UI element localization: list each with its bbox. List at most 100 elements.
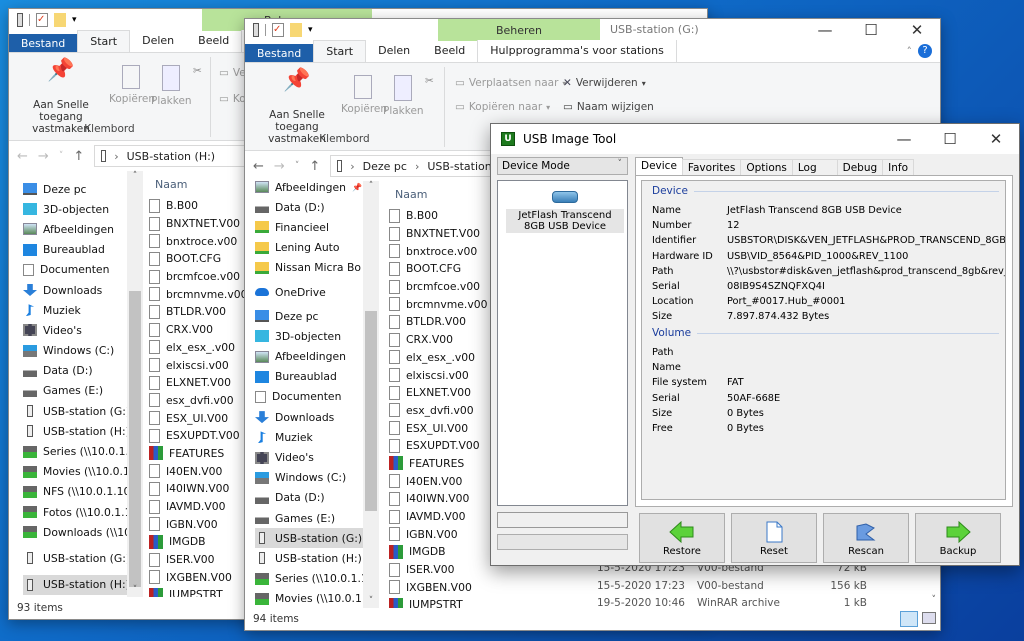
nav-item[interactable]: Financieel: [255, 217, 363, 237]
rename-button[interactable]: ▭ Naam wijzigen: [563, 101, 654, 113]
nav-item[interactable]: NFS (\\10.0.1.108: [23, 482, 127, 502]
nav-item[interactable]: OneDrive: [255, 282, 363, 302]
nav-item[interactable]: Muziek: [255, 427, 363, 447]
new-folder-icon[interactable]: [290, 23, 302, 37]
recent-dropdown[interactable]: ˅: [59, 151, 64, 161]
rescan-button[interactable]: Rescan: [823, 513, 909, 563]
tab-file[interactable]: Bestand: [245, 44, 314, 62]
restore-button[interactable]: Restore: [639, 513, 725, 563]
cut-icon[interactable]: ✂: [425, 75, 434, 87]
tab-share[interactable]: Delen: [130, 30, 186, 52]
nav-item[interactable]: USB-station (H:): [255, 548, 363, 568]
up-button[interactable]: ↑: [309, 159, 320, 174]
tab-share[interactable]: Delen: [366, 40, 422, 62]
tab-start[interactable]: Start: [77, 30, 131, 52]
nav-scrollbar[interactable]: ˄ ˅: [127, 171, 143, 597]
tab-drive-tools[interactable]: Hulpprogramma's voor stations: [477, 40, 677, 62]
nav-item[interactable]: USB-station (H:): [23, 421, 127, 441]
minimize-button[interactable]: —: [802, 21, 848, 39]
scroll-down-arrow[interactable]: ˅: [127, 585, 143, 595]
copy-button[interactable]: Kopiëren: [341, 75, 387, 115]
collapse-ribbon-icon[interactable]: ˄: [907, 45, 913, 58]
up-button[interactable]: ↑: [73, 149, 84, 164]
nav-item[interactable]: Movies (\\10.0.1: [255, 589, 363, 608]
nav-item[interactable]: Documenten: [255, 387, 363, 407]
tab-file[interactable]: Bestand: [9, 34, 78, 52]
mode-select[interactable]: Device Mode ˅: [497, 157, 628, 175]
nav-scroll-thumb[interactable]: [129, 291, 141, 587]
nav-item[interactable]: Data (D:): [255, 197, 363, 217]
tab-debug[interactable]: Debug: [836, 159, 884, 176]
nav-item[interactable]: Afbeeldingen: [255, 347, 363, 367]
nav-item[interactable]: Series (\\10.0.1.1: [23, 441, 127, 461]
nav-item[interactable]: Windows (C:): [23, 341, 127, 361]
nav-item[interactable]: USB-station (G:): [23, 548, 127, 568]
cut-icon[interactable]: ✂: [193, 65, 202, 77]
nav-item[interactable]: Lening Auto: [255, 238, 363, 258]
device-item[interactable]: JetFlash Transcend 8GB USB Device: [506, 191, 624, 233]
reset-button[interactable]: Reset: [731, 513, 817, 563]
copy-to-button[interactable]: ▭ Kopiëren naar ▾: [455, 101, 550, 113]
tab-device[interactable]: Device: [635, 157, 683, 176]
nav-item[interactable]: Deze pc: [255, 306, 363, 326]
nav-item[interactable]: Movies (\\10.0.1: [23, 462, 127, 482]
back-button[interactable]: ←: [17, 149, 28, 164]
copy-button[interactable]: Kopiëren: [109, 65, 155, 105]
delete-button[interactable]: ✕ Verwijderen ▾: [563, 77, 646, 89]
nav-item[interactable]: Downloads (\\10: [23, 522, 127, 542]
nav-item[interactable]: Video's: [23, 320, 127, 340]
tab-view[interactable]: Beeld: [186, 30, 241, 52]
forward-button[interactable]: →: [274, 159, 285, 174]
backup-button[interactable]: Backup: [915, 513, 1001, 563]
nav-scroll-thumb[interactable]: [365, 311, 377, 511]
recent-dropdown[interactable]: ˅: [295, 161, 300, 171]
forward-button[interactable]: →: [38, 149, 49, 164]
nav-item[interactable]: Downloads: [23, 280, 127, 300]
nav-item[interactable]: Documenten: [23, 260, 127, 280]
nav-item[interactable]: Games (E:): [23, 381, 127, 401]
nav-item[interactable]: USB-station (H:): [23, 574, 127, 595]
details-view-button[interactable]: [900, 611, 918, 627]
nav-item[interactable]: 3D-objecten: [255, 326, 363, 346]
move-to-button[interactable]: ▭ Verplaatsen naar ▾: [455, 77, 566, 89]
breadcrumb-root[interactable]: Deze pc: [363, 160, 407, 173]
maximize-button[interactable]: ☐: [848, 21, 894, 39]
customize-qat-icon[interactable]: ▾: [308, 25, 313, 35]
nav-scrollbar[interactable]: ˄ ˅: [363, 181, 379, 608]
nav-item[interactable]: Video's: [255, 447, 363, 467]
nav-item[interactable]: USB-station (G:): [23, 401, 127, 421]
maximize-button[interactable]: ☐: [927, 130, 973, 148]
nav-item[interactable]: Windows (C:): [255, 468, 363, 488]
paste-button[interactable]: Plakken: [151, 65, 192, 107]
tab-favorites[interactable]: Favorites: [681, 159, 742, 176]
properties-icon[interactable]: ✓: [36, 13, 48, 27]
nav-item[interactable]: Deze pc: [23, 179, 127, 199]
nav-item[interactable]: Afbeeldingen 📌: [255, 177, 363, 197]
nav-item[interactable]: Bureaublad: [255, 367, 363, 387]
close-button[interactable]: ✕: [973, 130, 1019, 148]
minimize-button[interactable]: —: [881, 130, 927, 148]
nav-item[interactable]: USB-station (G:): [255, 528, 363, 549]
scroll-up-arrow[interactable]: ˄: [127, 171, 143, 181]
back-button[interactable]: ←: [253, 159, 264, 174]
file-details-row[interactable]: 15-5-2020 17:23 V00-bestand 156 kB: [597, 577, 887, 595]
nav-item[interactable]: Fotos (\\10.0.1.1: [23, 502, 127, 522]
nav-item[interactable]: Games (E:): [255, 508, 363, 528]
close-button[interactable]: ✕: [894, 21, 940, 39]
tab-view[interactable]: Beeld: [422, 40, 477, 62]
nav-item[interactable]: Data (D:): [23, 361, 127, 381]
nav-item[interactable]: Afbeeldingen: [23, 219, 127, 239]
properties-icon[interactable]: ✓: [272, 23, 284, 37]
paste-button[interactable]: Plakken: [383, 75, 424, 117]
large-icons-view-button[interactable]: [922, 612, 936, 624]
scroll-down-arrow[interactable]: ˅: [363, 596, 379, 606]
tab-log[interactable]: Log: [791, 159, 838, 176]
breadcrumb-current[interactable]: USB-station (H:): [127, 150, 215, 163]
nav-item[interactable]: Nissan Micra Bo: [255, 258, 363, 278]
help-icon[interactable]: ?: [918, 44, 932, 58]
nav-item[interactable]: Data (D:): [255, 488, 363, 508]
scroll-up-arrow[interactable]: ˄: [363, 181, 379, 191]
new-folder-icon[interactable]: [54, 13, 66, 27]
nav-item[interactable]: Muziek: [23, 300, 127, 320]
tab-options[interactable]: Options: [740, 159, 793, 176]
